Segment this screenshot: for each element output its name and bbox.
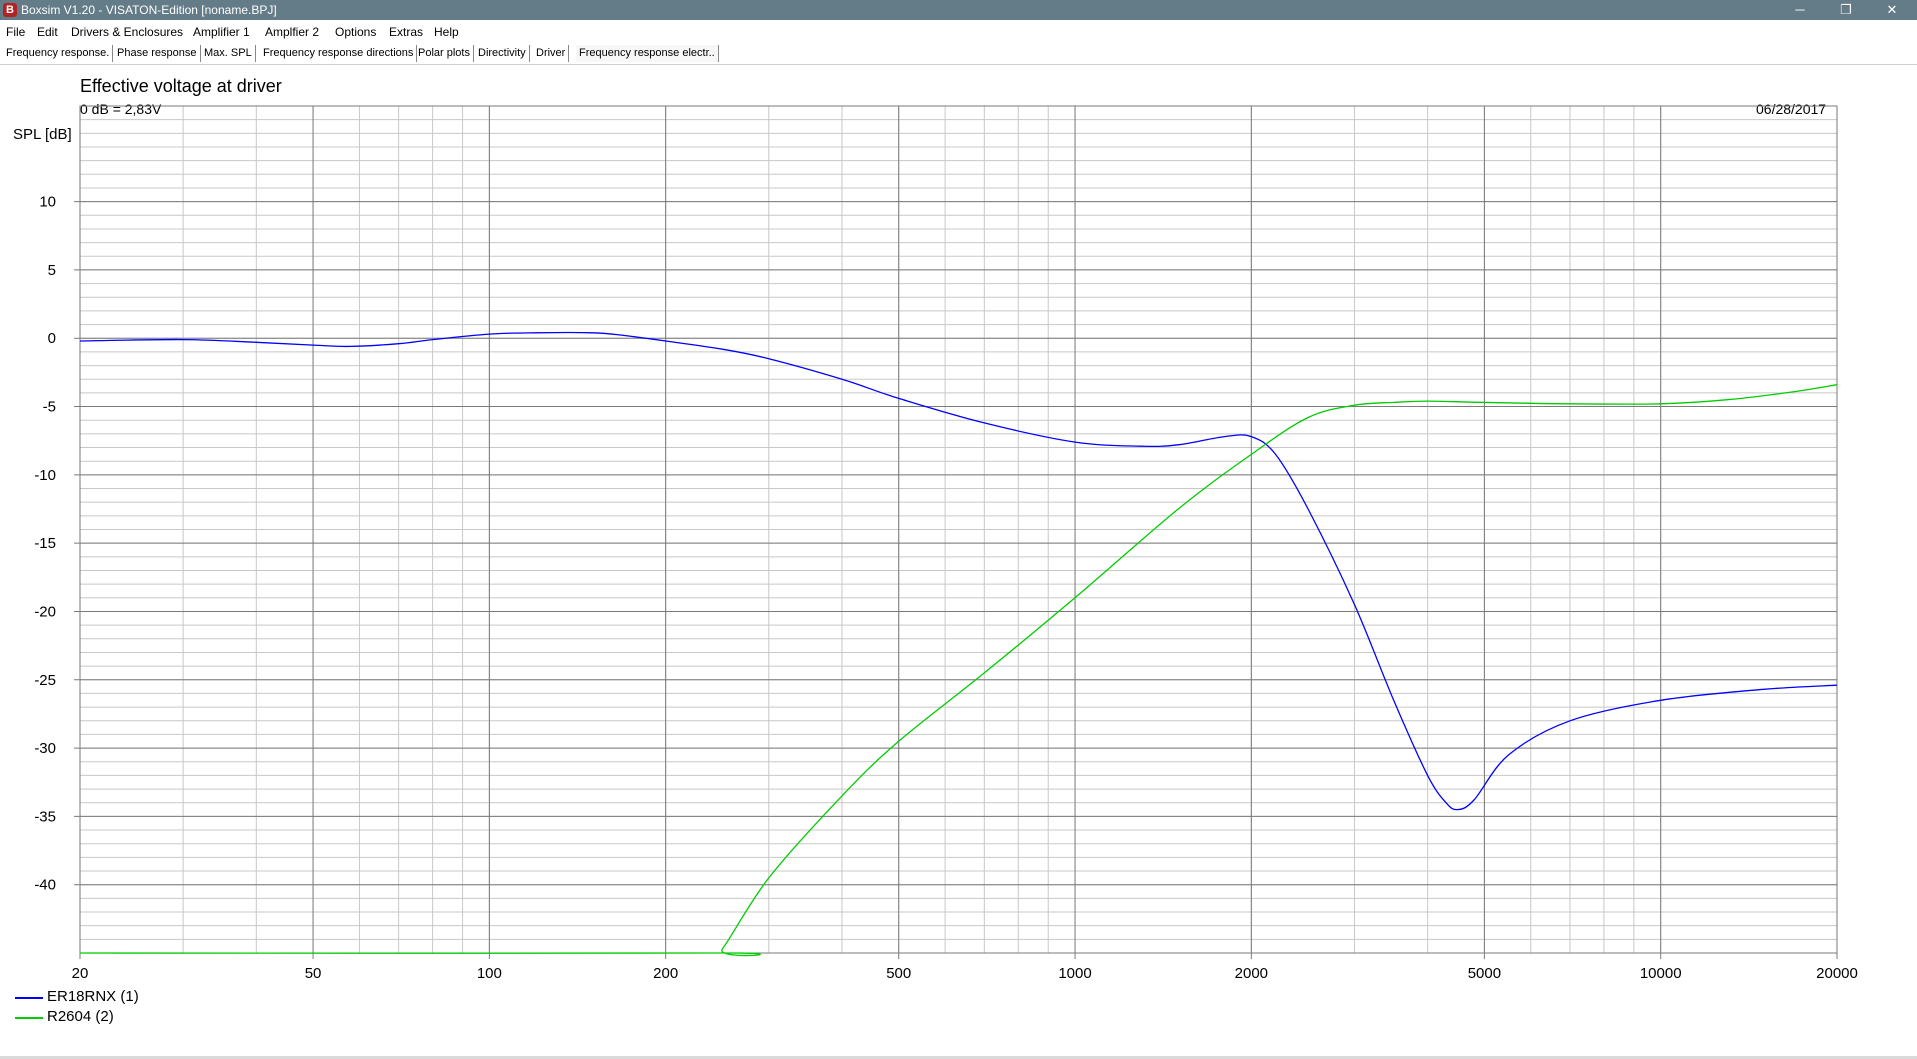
tab-bar: Frequency response. Phase response Max. … — [0, 42, 1917, 65]
y-tick-label: 0 — [48, 330, 56, 347]
menu-options[interactable]: Options — [335, 25, 376, 39]
menu-bar: File Edit Drivers & Enclosures Amplifier… — [0, 20, 1917, 42]
maximize-button[interactable]: ❐ — [1823, 0, 1869, 20]
legend-swatch-er18rnx — [15, 997, 43, 999]
y-tick-label: 10 — [39, 194, 56, 211]
legend-swatch-r2604 — [15, 1017, 43, 1019]
x-tick-label: 20 — [72, 965, 89, 982]
close-button[interactable]: ✕ — [1869, 0, 1915, 20]
title-bar: B Boxsim V1.20 - VISATON-Edition [noname… — [0, 0, 1917, 20]
menu-extras[interactable]: Extras — [389, 25, 423, 39]
x-tick-label: 1000 — [1058, 965, 1091, 982]
app-icon: B — [3, 3, 17, 17]
tab-frequency-response[interactable]: Frequency response. — [3, 45, 114, 62]
x-tick-label: 2000 — [1235, 965, 1268, 982]
series-line-r2604 — [79, 384, 1838, 957]
menu-edit[interactable]: Edit — [37, 25, 58, 39]
y-tick-label: -10 — [34, 467, 56, 484]
x-tick-label: 500 — [886, 965, 911, 982]
menu-amplifier-2[interactable]: Amplfier 2 — [265, 25, 319, 39]
window-title: Boxsim V1.20 - VISATON-Edition [noname.B… — [21, 3, 277, 17]
x-tick-label: 10000 — [1640, 965, 1682, 982]
tab-directivity[interactable]: Directivity — [475, 45, 530, 62]
tab-polar-plots[interactable]: Polar plots — [415, 45, 474, 62]
legend-label-er18rnx: ER18RNX (1) — [47, 988, 139, 1005]
x-tick-label: 100 — [477, 965, 502, 982]
menu-drivers[interactable]: Drivers & Enclosures — [71, 25, 183, 39]
tab-frequency-response-directions[interactable]: Frequency response directions — [260, 45, 418, 62]
y-tick-label: -35 — [34, 808, 56, 825]
y-tick-label: -40 — [34, 877, 56, 894]
menu-help[interactable]: Help — [434, 25, 459, 39]
y-tick-label: -30 — [34, 740, 56, 757]
x-tick-label: 200 — [653, 965, 678, 982]
tab-frequency-response-electrical[interactable]: Frequency response electr.. — [576, 45, 719, 62]
y-tick-label: -25 — [34, 672, 56, 689]
menu-file[interactable]: File — [6, 25, 25, 39]
tab-phase-response[interactable]: Phase response — [114, 45, 201, 62]
chart-panel: Effective voltage at driver 0 dB = 2,83V… — [0, 64, 1917, 1059]
y-tick-label: -20 — [34, 603, 56, 620]
y-tick-label: -5 — [43, 399, 56, 416]
tab-driver[interactable]: Driver — [533, 45, 570, 62]
y-tick-label: -15 — [34, 535, 56, 552]
frequency-response-plot: 1050-5-10-15-20-25-30-35-4020 50 100 200 500… — [34, 105, 1858, 982]
y-tick-label: 5 — [48, 262, 56, 279]
minimize-button[interactable]: ─ — [1777, 0, 1823, 20]
x-tick-label: 5000 — [1468, 965, 1501, 982]
x-tick-label: 50 — [305, 965, 322, 982]
tab-max-spl[interactable]: Max. SPL — [201, 45, 256, 62]
x-tick-label: 20000 — [1816, 965, 1858, 982]
legend-label-r2604: R2604 (2) — [47, 1008, 114, 1025]
menu-amplifier-1[interactable]: Amplifier 1 — [193, 25, 250, 39]
